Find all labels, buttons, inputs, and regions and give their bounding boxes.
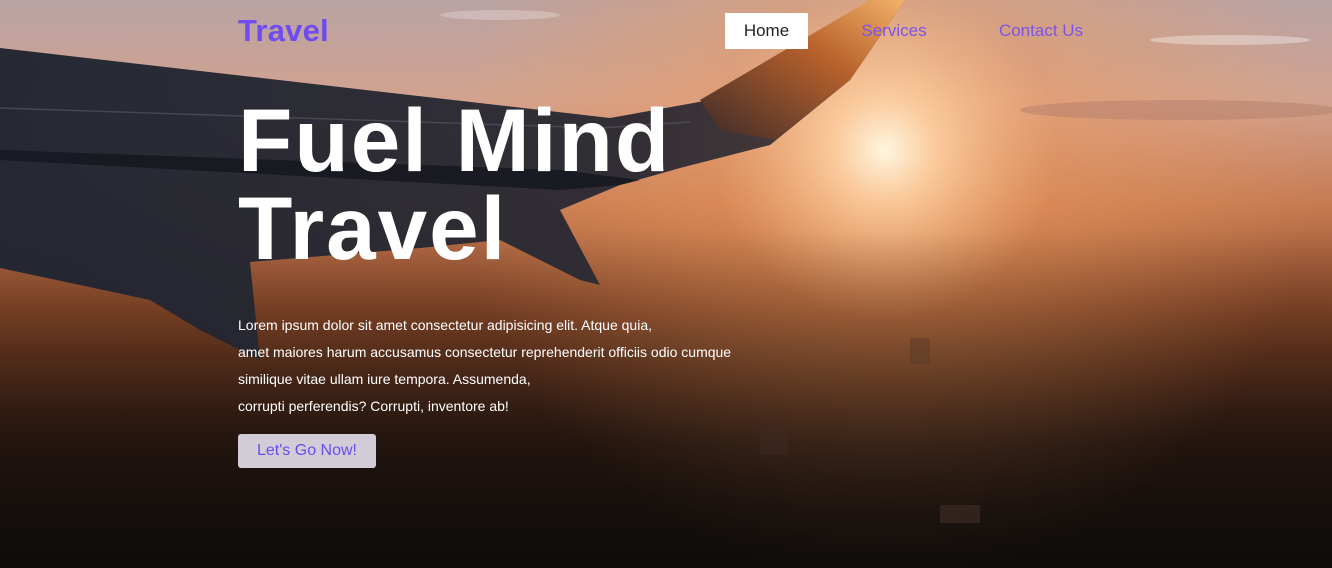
background-photo [0,0,1332,568]
hero-headline: Fuel Mind Travel [238,90,672,278]
intro-line: amet maiores harum accusamus consectetur… [238,344,732,360]
lets-go-button[interactable]: Let's Go Now! [238,434,376,468]
nav-contact-link[interactable]: Contact Us [990,13,1092,49]
intro-line: Lorem ipsum dolor sit amet consectetur a… [238,317,652,333]
headline-line: Travel [238,178,508,278]
nav-services-link[interactable]: Services [848,13,940,49]
intro-line: similique vitae ullam iure tempora. Assu… [238,371,531,387]
intro-line: corrupti perferendis? Corrupti, inventor… [238,398,509,414]
nav-home-link[interactable]: Home [725,13,808,49]
logo[interactable]: Travel [238,13,329,49]
navbar: Travel Home Services Contact Us [0,0,1332,62]
hero-intro-text: Lorem ipsum dolor sit amet consectetur a… [238,312,778,420]
hero-section: Travel Home Services Contact Us Fuel Min… [0,0,1332,568]
headline-line: Fuel Mind [238,90,672,190]
